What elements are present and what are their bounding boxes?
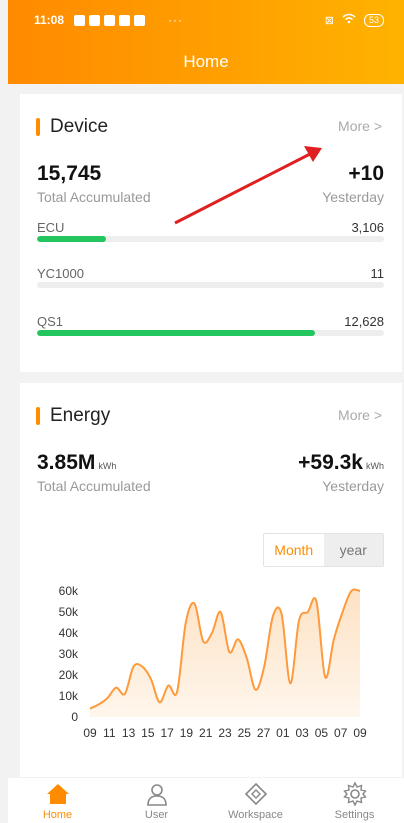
tab-workspace[interactable]: Workspace xyxy=(206,778,305,823)
device-row-value: 11 xyxy=(370,266,385,281)
status-bar: 11:08 ··· ⊠ 53 xyxy=(8,10,404,30)
device-row-label: ECU xyxy=(37,220,65,235)
device-yesterday: +10 xyxy=(348,162,384,185)
device-row-progress xyxy=(37,236,384,242)
home-icon xyxy=(46,784,69,804)
energy-total: 3.85M kWh xyxy=(37,451,116,475)
energy-total-label: Total Accumulated xyxy=(37,478,151,494)
toggle-year[interactable]: year xyxy=(323,534,383,566)
workspace-icon xyxy=(244,782,267,806)
progress-fill xyxy=(37,330,315,336)
energy-total-unit: kWh xyxy=(98,461,117,471)
y-tick-label: 40k xyxy=(59,626,79,640)
energy-yesterday-unit: kWh xyxy=(366,461,384,471)
device-row-progress xyxy=(37,330,384,336)
tab-user[interactable]: User xyxy=(107,778,206,823)
notification-icons xyxy=(74,14,145,26)
x-tick-label: 19 xyxy=(180,726,194,740)
tab-label: Workspace xyxy=(228,809,283,821)
device-total: 15,745 xyxy=(37,162,102,185)
period-toggle: Month year xyxy=(263,533,384,567)
x-tick-label: 09 xyxy=(353,726,367,740)
notification-icon xyxy=(134,14,145,26)
page-title: Home xyxy=(183,52,229,71)
tab-label: Home xyxy=(42,809,73,821)
x-tick-label: 03 xyxy=(295,726,309,740)
x-tick-label: 15 xyxy=(141,726,155,740)
tab-label: Settings xyxy=(334,809,375,821)
user-icon xyxy=(146,784,167,806)
status-time: 11:08 xyxy=(34,13,65,27)
progress-fill xyxy=(37,236,107,242)
tab-settings[interactable]: Settings xyxy=(305,778,404,823)
device-card: Device More > 15,745 Total Accumulated +… xyxy=(20,94,402,372)
x-tick-label: 25 xyxy=(238,726,252,740)
chart-area xyxy=(90,589,360,717)
y-tick-label: 60k xyxy=(59,584,79,598)
device-row-value: 3,106 xyxy=(351,220,384,235)
energy-total-value: 3.85M xyxy=(37,451,96,474)
energy-yesterday: +59.3k kWh xyxy=(298,451,384,475)
energy-title: Energy xyxy=(50,405,111,426)
tab-label: User xyxy=(144,809,169,821)
y-tick-label: 50k xyxy=(59,605,79,619)
tab-home[interactable]: Home xyxy=(8,778,107,823)
battery-icon: 53 xyxy=(363,13,384,27)
more-notifications-indicator: ··· xyxy=(168,13,183,27)
x-tick-label: 05 xyxy=(315,726,329,740)
x-tick-label: 17 xyxy=(160,726,174,740)
device-yesterday-label: Yesterday xyxy=(322,189,384,205)
x-tick-label: 23 xyxy=(218,726,232,740)
notification-icon xyxy=(89,14,100,26)
device-row-progress xyxy=(37,282,384,288)
x-tick-label: 07 xyxy=(334,726,348,740)
sim-icon: ⊠ xyxy=(324,14,334,27)
energy-card-header: Energy xyxy=(36,405,110,427)
y-tick-label: 20k xyxy=(59,668,79,682)
notification-icon xyxy=(119,14,130,26)
energy-more-link[interactable]: More > xyxy=(338,407,382,423)
device-row-label: YC1000 xyxy=(37,266,84,281)
wifi-icon xyxy=(342,13,356,27)
x-tick-label: 01 xyxy=(276,726,290,740)
device-row-label: QS1 xyxy=(37,314,64,329)
y-tick-label: 10k xyxy=(59,689,79,703)
device-title: Device xyxy=(50,116,109,137)
y-tick-label: 0 xyxy=(71,710,78,724)
x-tick-label: 09 xyxy=(83,726,97,740)
energy-yesterday-value: +59.3k xyxy=(298,451,363,474)
bottom-tab-bar: Home User Workspace Settings xyxy=(8,778,404,823)
y-tick-label: 30k xyxy=(59,647,79,661)
x-tick-label: 27 xyxy=(257,726,271,740)
toggle-month[interactable]: Month xyxy=(264,534,324,566)
section-marker xyxy=(36,407,40,425)
notification-icon xyxy=(104,14,115,26)
device-more-link[interactable]: More > xyxy=(338,118,382,134)
device-total-label: Total Accumulated xyxy=(37,189,151,205)
energy-chart: 0 10k 20k 30k 40k 50k 60k 09 11 13 15 17 19 21 23 25 27 0… xyxy=(59,584,367,740)
energy-yesterday-label: Yesterday xyxy=(322,478,384,494)
device-row-value: 12,628 xyxy=(344,314,384,329)
notification-icon xyxy=(74,14,85,26)
x-tick-label: 21 xyxy=(199,726,213,740)
device-card-header: Device xyxy=(36,116,108,138)
status-right: ⊠ 53 xyxy=(325,13,384,27)
section-marker xyxy=(36,118,40,136)
app-header: 11:08 ··· ⊠ 53 Home xyxy=(8,0,404,84)
x-tick-label: 13 xyxy=(122,726,136,740)
energy-card: Energy More > 3.85M kWh Total Accumulated… xyxy=(20,383,402,777)
gear-icon xyxy=(342,781,367,807)
x-tick-label: 11 xyxy=(103,726,116,740)
